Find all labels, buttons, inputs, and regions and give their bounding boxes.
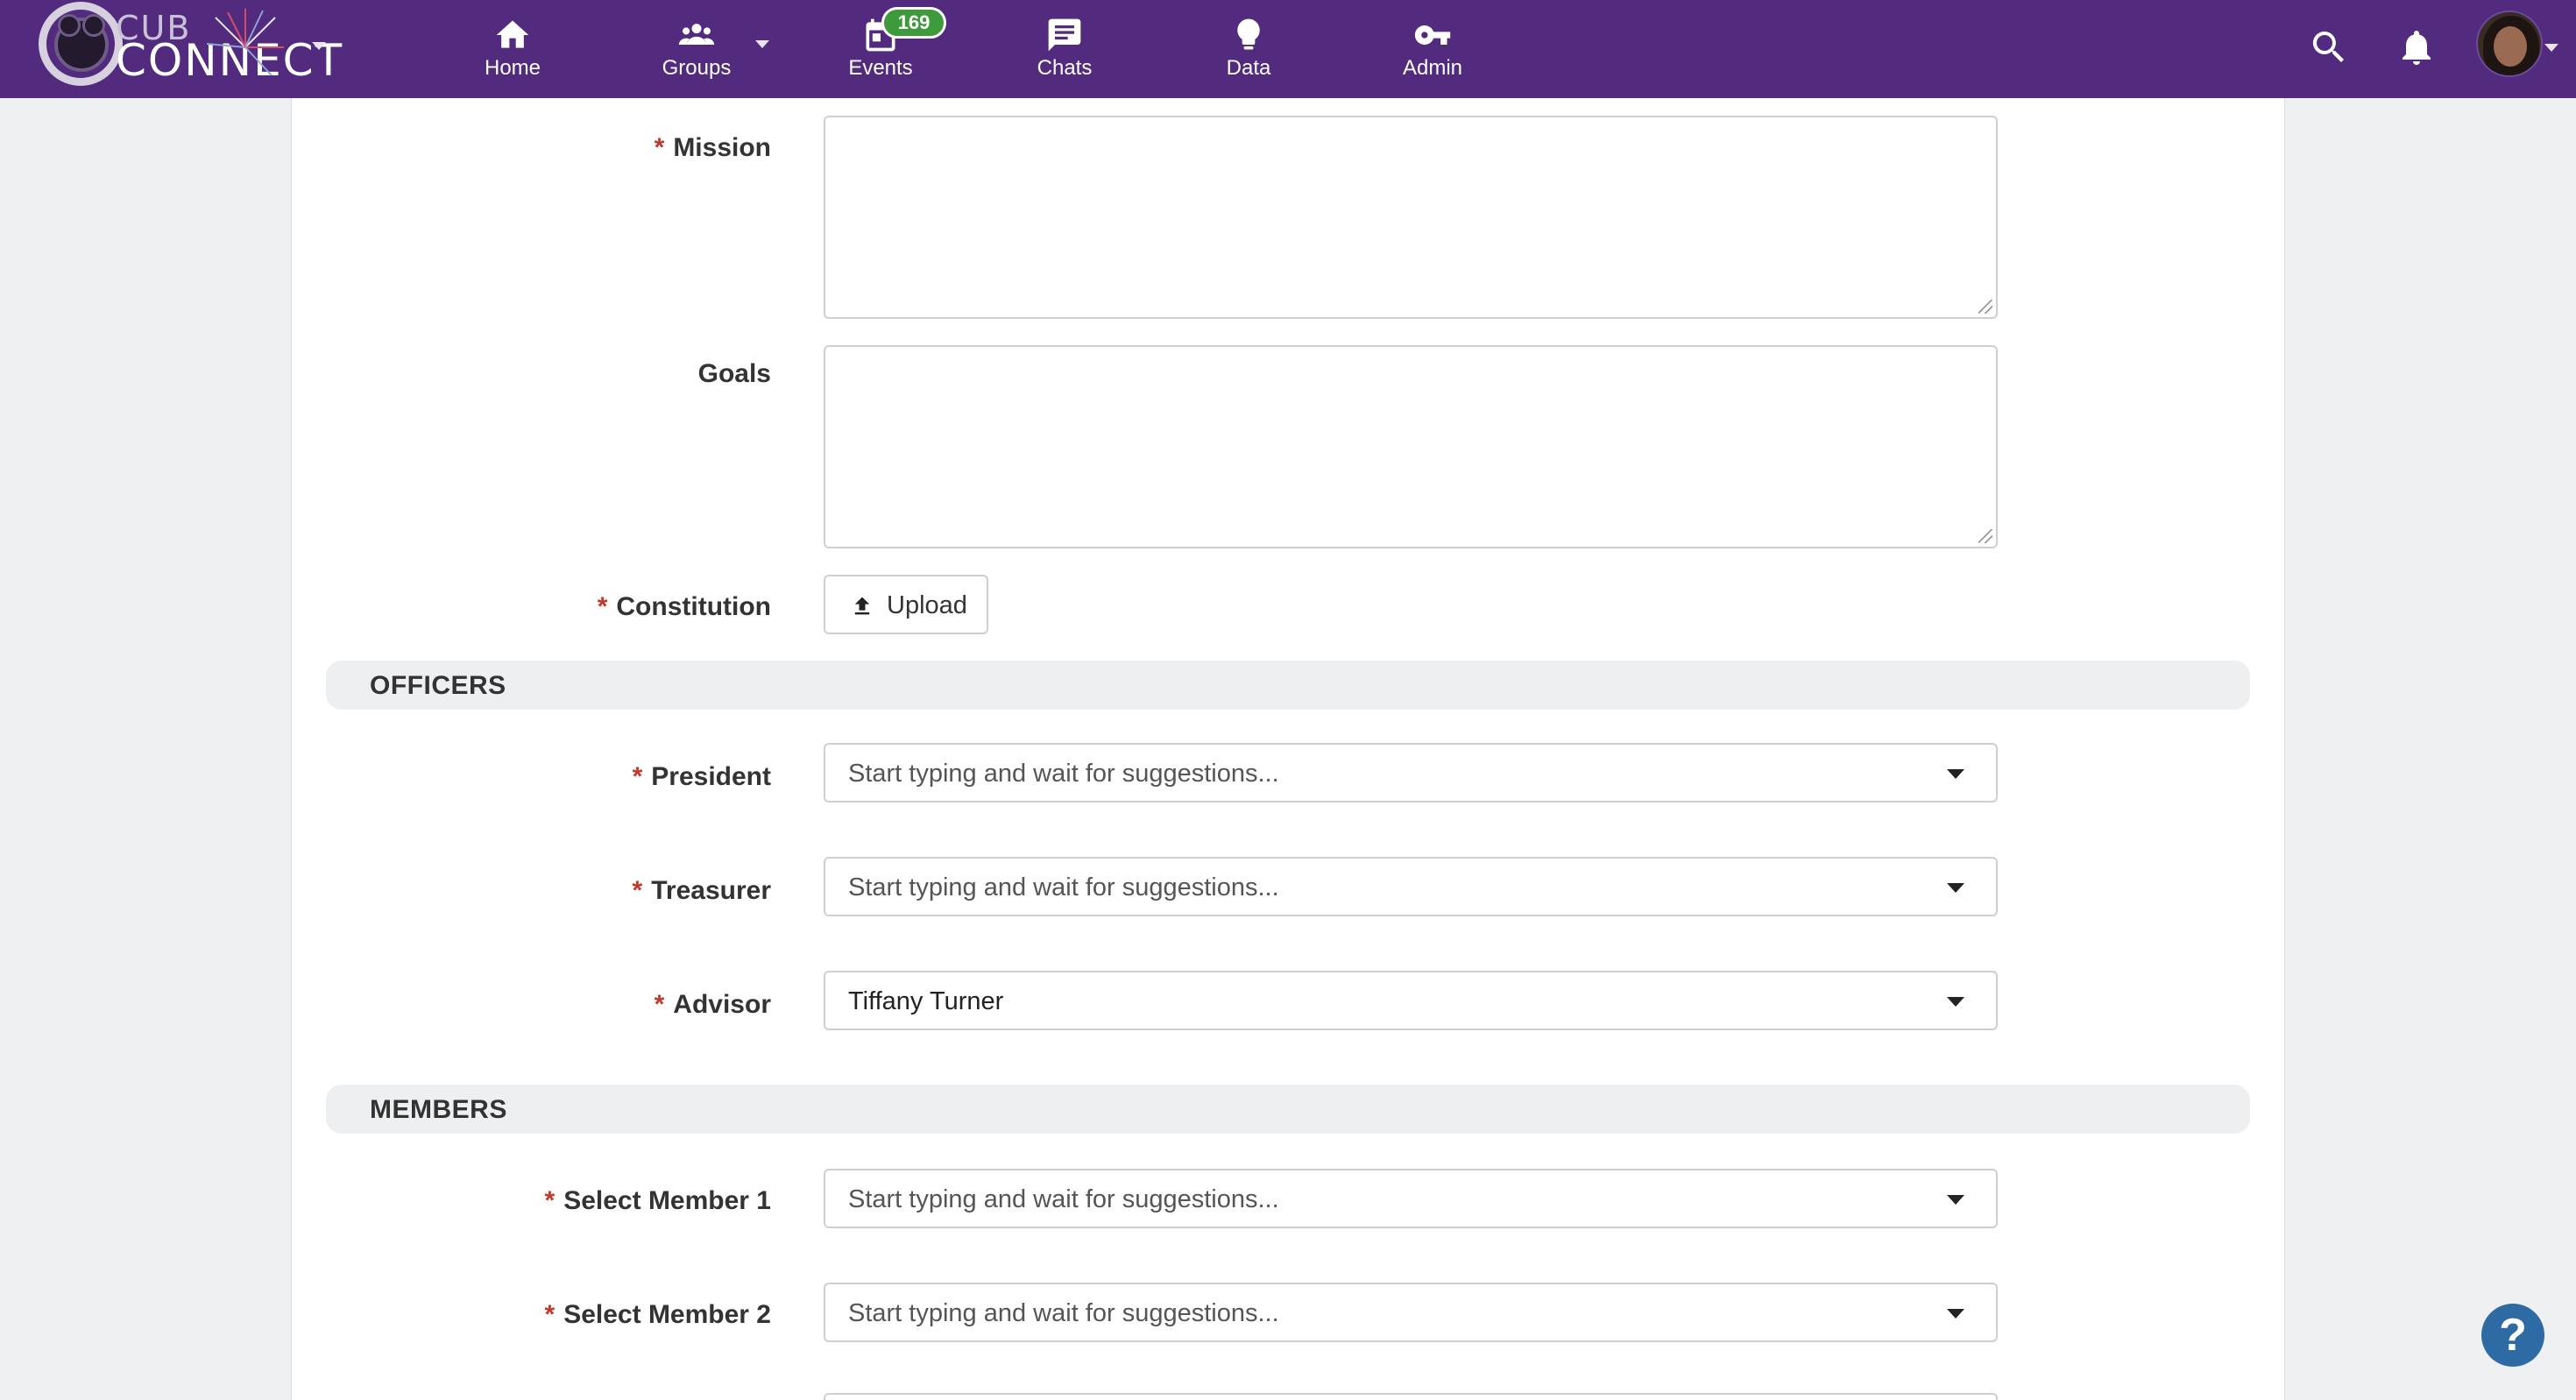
groups-dropdown-caret-icon[interactable] — [755, 40, 769, 48]
nav-data-label: Data — [1226, 56, 1271, 80]
member3-select[interactable] — [824, 1393, 1998, 1400]
required-marker: * — [654, 133, 665, 162]
member1-select[interactable]: Start typing and wait for suggestions... — [824, 1169, 1998, 1228]
member1-placeholder: Start typing and wait for suggestions... — [848, 1185, 1279, 1213]
home-icon — [496, 20, 529, 48]
president-label: * President — [280, 762, 771, 792]
advisor-label: * Advisor — [280, 990, 771, 1020]
constitution-label: * Constitution — [280, 592, 771, 622]
avatar[interactable] — [2476, 11, 2543, 77]
top-navbar: CUB CONNECT Home Groups Events 169 Chats… — [0, 0, 2576, 98]
events-count-badge: 169 — [881, 7, 946, 39]
mission-label-text: Mission — [673, 133, 771, 162]
nav-events-label: Events — [848, 56, 913, 80]
firework-icon — [206, 9, 284, 76]
goals-label: Goals — [280, 359, 771, 389]
resize-grip-icon[interactable] — [1978, 529, 1992, 543]
member2-label-text: Select Member 2 — [563, 1300, 771, 1329]
bear-logo-icon — [54, 14, 109, 72]
treasurer-label: * Treasurer — [280, 876, 771, 906]
nav-data[interactable]: Data — [1183, 0, 1314, 98]
profile-dropdown-caret-icon[interactable] — [2544, 44, 2558, 52]
members-section-title: MEMBERS — [370, 1095, 507, 1124]
treasurer-select[interactable]: Start typing and wait for suggestions... — [824, 857, 1998, 916]
nav-groups[interactable]: Groups — [631, 0, 762, 98]
member2-select[interactable]: Start typing and wait for suggestions... — [824, 1283, 1998, 1342]
required-marker: * — [654, 990, 665, 1019]
president-select[interactable]: Start typing and wait for suggestions... — [824, 743, 1998, 803]
advisor-value: Tiffany Turner — [848, 987, 1004, 1015]
groups-icon — [678, 24, 715, 45]
chevron-down-icon[interactable] — [1947, 1195, 1964, 1205]
treasurer-placeholder: Start typing and wait for suggestions... — [848, 873, 1279, 902]
upload-icon — [854, 597, 870, 615]
search-icon[interactable] — [2308, 26, 2350, 68]
avatar-face — [2494, 26, 2527, 67]
officers-section-title: OFFICERS — [370, 671, 506, 700]
resize-grip-icon[interactable] — [1978, 300, 1992, 314]
upload-button-label: Upload — [887, 591, 967, 619]
president-placeholder: Start typing and wait for suggestions... — [848, 760, 1279, 788]
help-button[interactable]: ? — [2481, 1304, 2544, 1367]
chevron-down-icon[interactable] — [1947, 883, 1964, 893]
nav-chats[interactable]: Chats — [999, 0, 1130, 98]
lightbulb-icon — [1237, 18, 1260, 50]
key-icon — [1414, 25, 1451, 45]
advisor-select[interactable]: Tiffany Turner — [824, 971, 1998, 1030]
nav-chats-label: Chats — [1037, 56, 1093, 80]
nav-home-label: Home — [484, 56, 541, 80]
logo-dropdown-caret-icon[interactable] — [312, 42, 326, 50]
officers-section-header: OFFICERS — [326, 661, 2250, 710]
required-marker: * — [544, 1300, 556, 1329]
nav-groups-label: Groups — [662, 56, 732, 80]
goals-label-text: Goals — [697, 359, 771, 388]
required-marker: * — [597, 592, 608, 621]
members-section-header: MEMBERS — [326, 1085, 2250, 1134]
mission-label: * Mission — [280, 133, 771, 163]
chevron-down-icon[interactable] — [1947, 1309, 1964, 1319]
member1-label: * Select Member 1 — [280, 1186, 771, 1216]
advisor-label-text: Advisor — [673, 990, 771, 1019]
nav-home[interactable]: Home — [447, 0, 578, 98]
upload-button[interactable]: Upload — [824, 575, 988, 634]
chat-icon — [1048, 18, 1081, 52]
constitution-label-text: Constitution — [616, 592, 771, 621]
member1-label-text: Select Member 1 — [563, 1186, 771, 1215]
nav-admin-label: Admin — [1402, 56, 1463, 80]
member2-label: * Select Member 2 — [280, 1300, 771, 1330]
required-marker: * — [544, 1186, 556, 1215]
required-marker: * — [632, 762, 643, 791]
mission-textarea[interactable] — [824, 116, 1998, 319]
chevron-down-icon[interactable] — [1947, 997, 1964, 1007]
nav-admin[interactable]: Admin — [1367, 0, 1498, 98]
president-label-text: President — [651, 762, 771, 791]
required-marker: * — [632, 876, 643, 905]
cub-connect-logo[interactable]: CUB CONNECT — [35, 0, 342, 98]
chevron-down-icon[interactable] — [1947, 769, 1964, 779]
member2-placeholder: Start typing and wait for suggestions... — [848, 1299, 1279, 1327]
treasurer-label-text: Treasurer — [651, 876, 771, 905]
bell-icon[interactable] — [2396, 26, 2438, 68]
goals-textarea[interactable] — [824, 345, 1998, 548]
